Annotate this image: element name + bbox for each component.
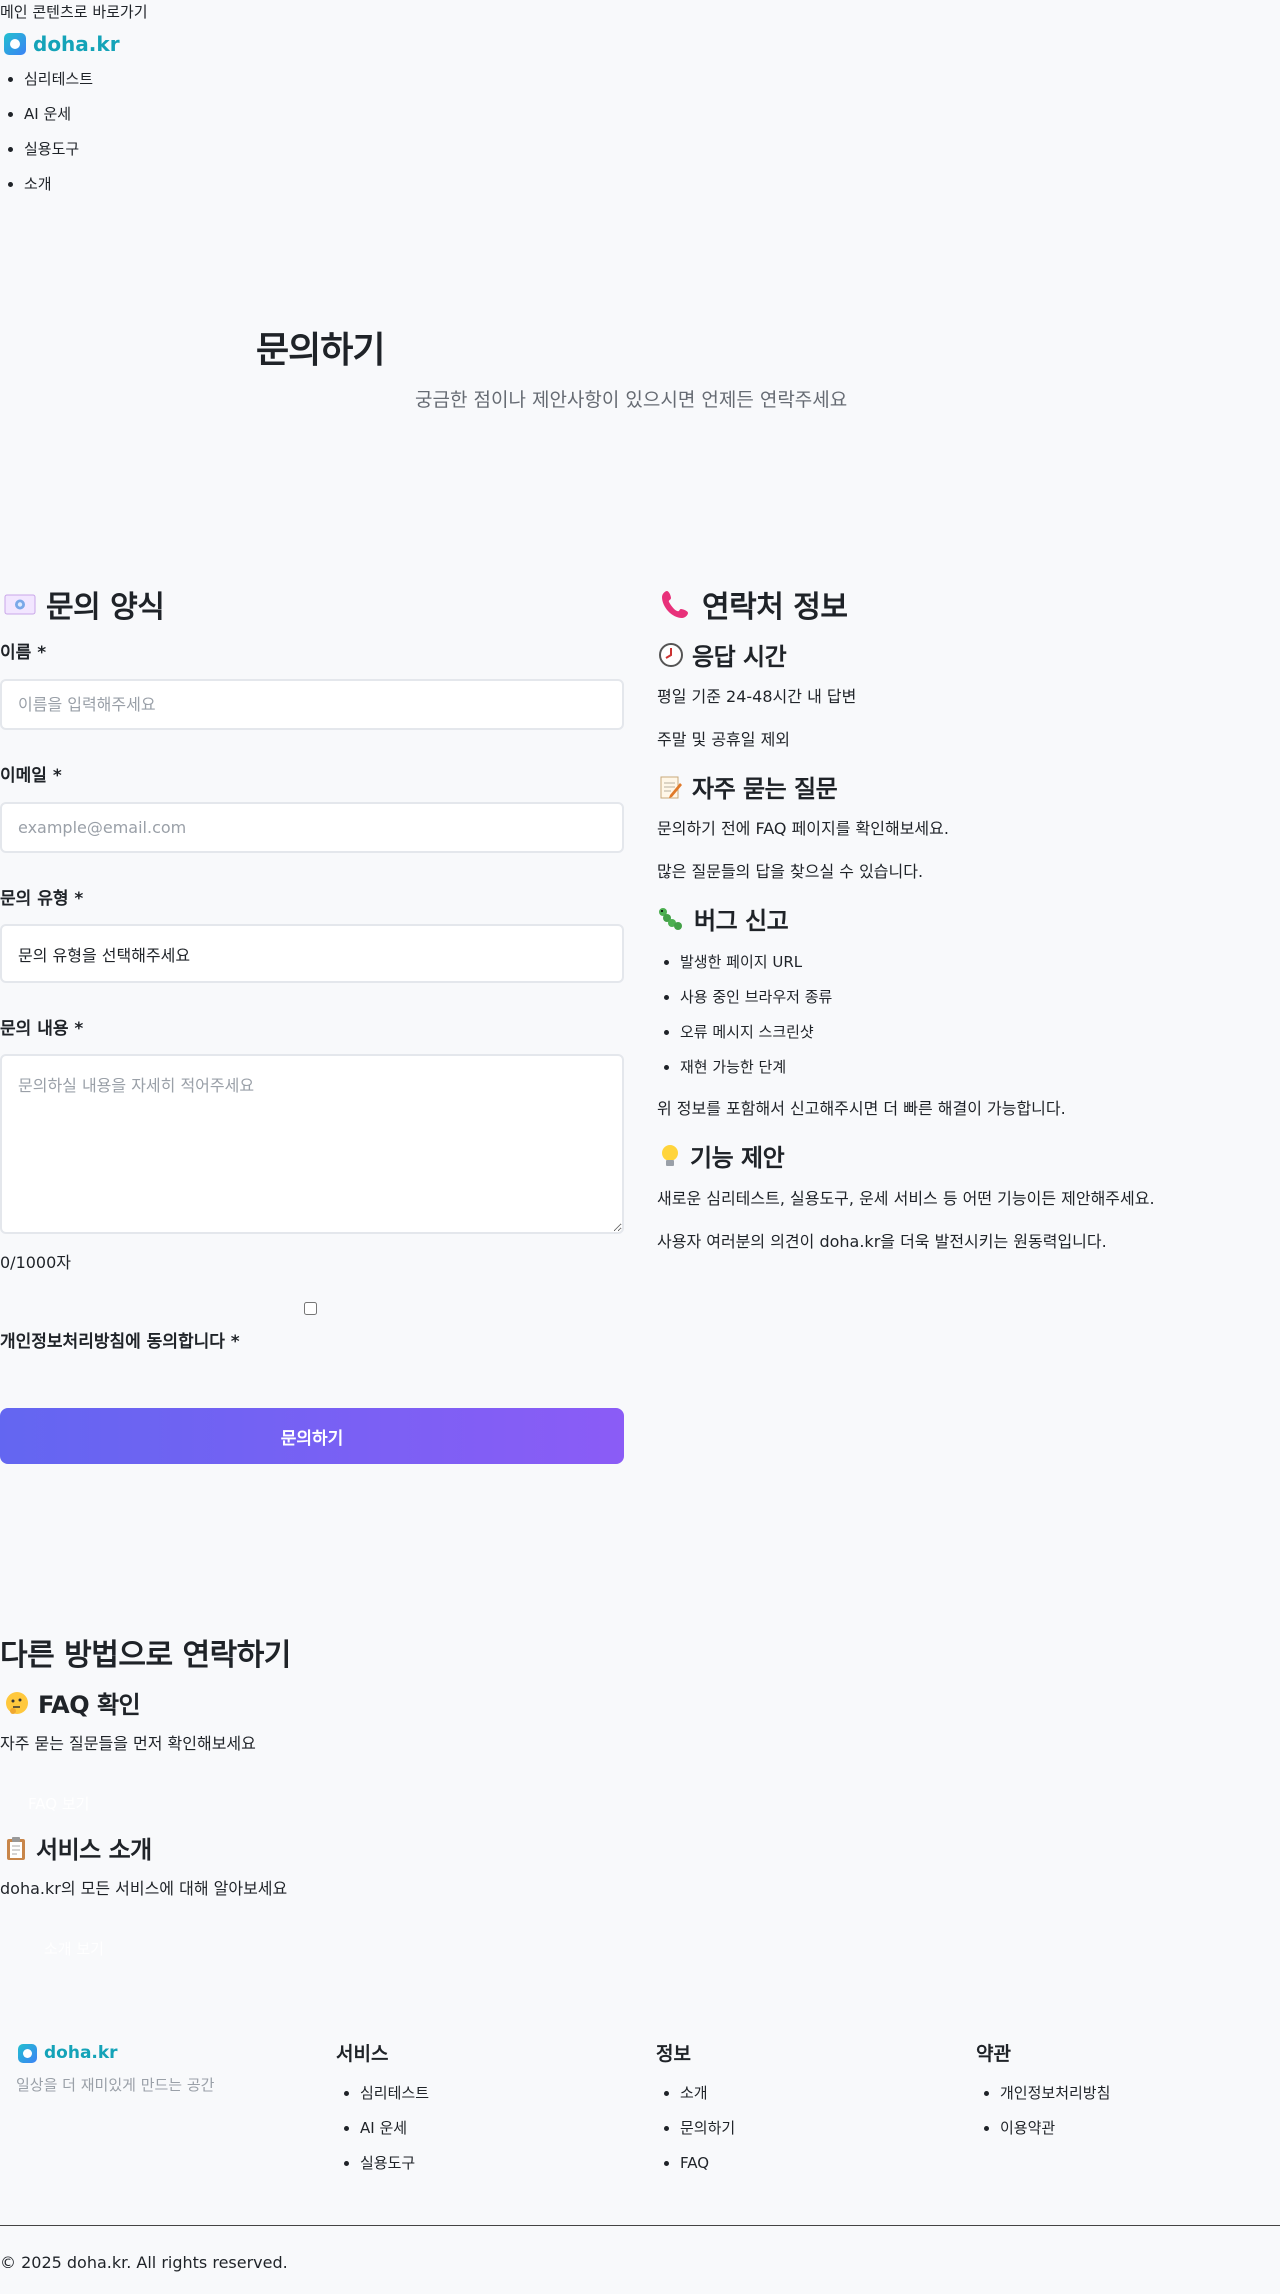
char-counter: 0/1000자	[0, 1253, 72, 1272]
thinking-face-icon	[4, 1690, 30, 1716]
phone-icon	[660, 588, 692, 620]
nav-item-tools[interactable]: 실용도구	[24, 139, 93, 159]
faq-line-2: 많은 질문들의 답을 찾으실 수 있습니다.	[657, 862, 924, 881]
feature-request-heading: 기능 제안	[658, 1138, 785, 1173]
other-methods-heading: 다른 방법으로 연락하기	[0, 1638, 291, 1673]
about-card-title-text: 서비스 소개	[36, 1836, 152, 1864]
page-subtitle: 궁금한 점이나 제안사항이 있으시면 언제든 연락주세요	[415, 389, 848, 411]
privacy-agree-checkbox[interactable]	[304, 1302, 317, 1315]
lightbulb-icon	[658, 1143, 682, 1169]
form-heading: 문의 양식	[4, 582, 165, 626]
faq-card-title: FAQ 확인	[4, 1685, 141, 1720]
response-time-line-2: 주말 및 공휴일 제외	[657, 730, 791, 749]
footer-logo-text: doha.kr	[44, 2043, 118, 2063]
footer-link-contact[interactable]: 문의하기	[680, 2118, 735, 2138]
footer-divider	[0, 2225, 1280, 2226]
footer-logo-icon	[18, 2043, 37, 2063]
footer-terms-title: 약관	[976, 2043, 1011, 2065]
bug-report-item: 발생한 페이지 URL	[680, 952, 832, 972]
footer-logo[interactable]: doha.kr	[18, 2043, 118, 2063]
contact-heading-text: 연락처 정보	[702, 590, 848, 625]
footer-link-about[interactable]: 소개	[680, 2083, 735, 2103]
faq-line-1: 문의하기 전에 FAQ 페이지를 확인해보세요.	[657, 819, 949, 838]
bug-report-heading-text: 버그 신고	[694, 907, 789, 935]
response-time-line-1: 평일 기준 24-48시간 내 답변	[657, 687, 857, 706]
about-card-description: doha.kr의 모든 서비스에 대해 알아보세요	[0, 1879, 288, 1898]
envelope-icon	[4, 592, 36, 616]
name-label: 이름 *	[0, 643, 47, 663]
privacy-agree-label[interactable]: 개인정보처리방침에 동의합니다 *	[0, 1327, 240, 1352]
footer-link-psychology[interactable]: 심리테스트	[360, 2083, 429, 2103]
bug-report-item: 재현 가능한 단계	[680, 1057, 832, 1077]
footer-info-list: 소개 문의하기 FAQ	[656, 2083, 735, 2188]
footer-tagline: 일상을 더 재미있게 만드는 공간	[16, 2076, 215, 2094]
faq-card-title-text: FAQ 확인	[38, 1691, 141, 1719]
header-logo[interactable]: doha.kr	[4, 32, 120, 56]
inquiry-type-select[interactable]: 문의 유형을 선택해주세요	[0, 924, 624, 983]
logo-icon	[4, 33, 26, 55]
faq-heading: 자주 묻는 질문	[658, 769, 838, 804]
content-label: 문의 내용 *	[0, 1019, 84, 1039]
faq-heading-text: 자주 묻는 질문	[692, 775, 838, 803]
bug-report-list: 발생한 페이지 URL 사용 중인 브라우저 종류 오류 메시지 스크린샷 재현…	[656, 952, 832, 1092]
email-label: 이메일 *	[0, 766, 62, 786]
email-input[interactable]	[0, 802, 624, 853]
bug-report-note: 위 정보를 포함해서 신고해주시면 더 빠른 해결이 가능합니다.	[657, 1099, 1066, 1118]
bug-report-item: 사용 중인 브라우저 종류	[680, 987, 832, 1007]
footer-services-title: 서비스	[336, 2043, 389, 2065]
form-heading-text: 문의 양식	[46, 590, 165, 625]
about-view-button[interactable]: 소개 보기	[44, 1938, 104, 1959]
feature-request-heading-text: 기능 제안	[690, 1144, 785, 1172]
contact-heading: 연락처 정보	[660, 582, 848, 626]
feature-request-line-1: 새로운 심리테스트, 실용도구, 운세 서비스 등 어떤 기능이든 제안해주세요…	[657, 1189, 1155, 1208]
feature-request-line-2: 사용자 여러분의 의견이 doha.kr을 더욱 발전시키는 원동력입니다.	[657, 1232, 1107, 1251]
footer-info-title: 정보	[656, 2043, 691, 2065]
bug-report-item: 오류 메시지 스크린샷	[680, 1022, 832, 1042]
bug-report-heading: 버그 신고	[658, 901, 789, 936]
response-time-heading-text: 응답 시간	[692, 643, 787, 671]
name-input[interactable]	[0, 679, 624, 730]
footer-link-privacy[interactable]: 개인정보처리방침	[1000, 2083, 1110, 2103]
clipboard-icon	[4, 1835, 28, 1861]
nav-item-psychology[interactable]: 심리테스트	[24, 69, 93, 89]
footer-terms-list: 개인정보처리방침 이용약관	[976, 2083, 1110, 2153]
clock-icon	[658, 642, 684, 668]
inquiry-type-value: 문의 유형을 선택해주세요	[18, 945, 191, 965]
about-card-title: 서비스 소개	[4, 1830, 152, 1865]
memo-icon	[658, 774, 684, 800]
footer-services-list: 심리테스트 AI 운세 실용도구	[336, 2083, 429, 2188]
logo-text: doha.kr	[33, 32, 120, 56]
faq-view-button[interactable]: FAQ 보기	[28, 1793, 89, 1814]
copyright: © 2025 doha.kr. All rights reserved.	[0, 2253, 288, 2272]
footer-link-fortune[interactable]: AI 운세	[360, 2118, 429, 2138]
footer-link-tools[interactable]: 실용도구	[360, 2153, 429, 2173]
footer-link-faq[interactable]: FAQ	[680, 2153, 735, 2173]
faq-card-description: 자주 묻는 질문들을 먼저 확인해보세요	[0, 1734, 256, 1753]
nav-item-about[interactable]: 소개	[24, 174, 93, 194]
footer-link-terms[interactable]: 이용약관	[1000, 2118, 1110, 2138]
submit-button[interactable]: 문의하기	[0, 1408, 624, 1464]
submit-button-label: 문의하기	[280, 1428, 344, 1448]
inquiry-type-label: 문의 유형 *	[0, 889, 84, 909]
response-time-heading: 응답 시간	[658, 637, 787, 672]
skip-to-content-link[interactable]: 메인 콘텐츠로 바로가기	[0, 2, 148, 22]
bug-icon	[658, 906, 686, 932]
main-nav: 심리테스트 AI 운세 실용도구 소개	[0, 69, 93, 209]
content-textarea[interactable]	[0, 1054, 624, 1234]
page-title: 문의하기	[256, 330, 385, 371]
nav-item-fortune[interactable]: AI 운세	[24, 104, 93, 124]
